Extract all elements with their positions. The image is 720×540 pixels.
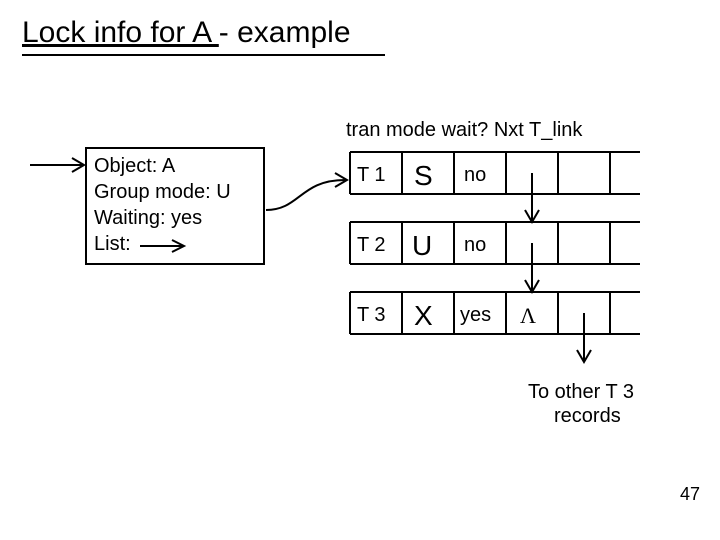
svg-text:no: no (464, 164, 486, 186)
box-line-2: Waiting: yes (94, 207, 202, 229)
list-rows: T 1 S no T 2 U no (350, 152, 640, 362)
svg-text:S: S (414, 160, 433, 191)
footer-line-2: records (554, 405, 621, 427)
svg-text:U: U (412, 230, 432, 261)
svg-text:T 2: T 2 (357, 234, 386, 256)
arrow-box-to-list (266, 180, 345, 210)
svg-text:T 1: T 1 (357, 164, 386, 186)
box-line-1: Group mode: U (94, 181, 231, 203)
slide-title: Lock info for A - example (22, 16, 351, 49)
footer-line-1: To other T 3 (528, 381, 634, 403)
columns-header: tran mode wait? Nxt T_link (346, 119, 583, 141)
box-line-3: List: (94, 233, 131, 255)
svg-text:no: no (464, 234, 486, 256)
list-row-2: T 3 X yes Λ (350, 292, 640, 362)
svg-text:yes: yes (460, 304, 491, 326)
page-number: 47 (680, 484, 700, 504)
box-line-0: Object: A (94, 155, 176, 177)
svg-text:T 3: T 3 (357, 304, 386, 326)
svg-text:X: X (414, 300, 433, 331)
list-row-0: T 1 S no (350, 152, 640, 222)
svg-text:Λ: Λ (520, 303, 536, 328)
list-row-1: T 2 U no (350, 222, 640, 292)
